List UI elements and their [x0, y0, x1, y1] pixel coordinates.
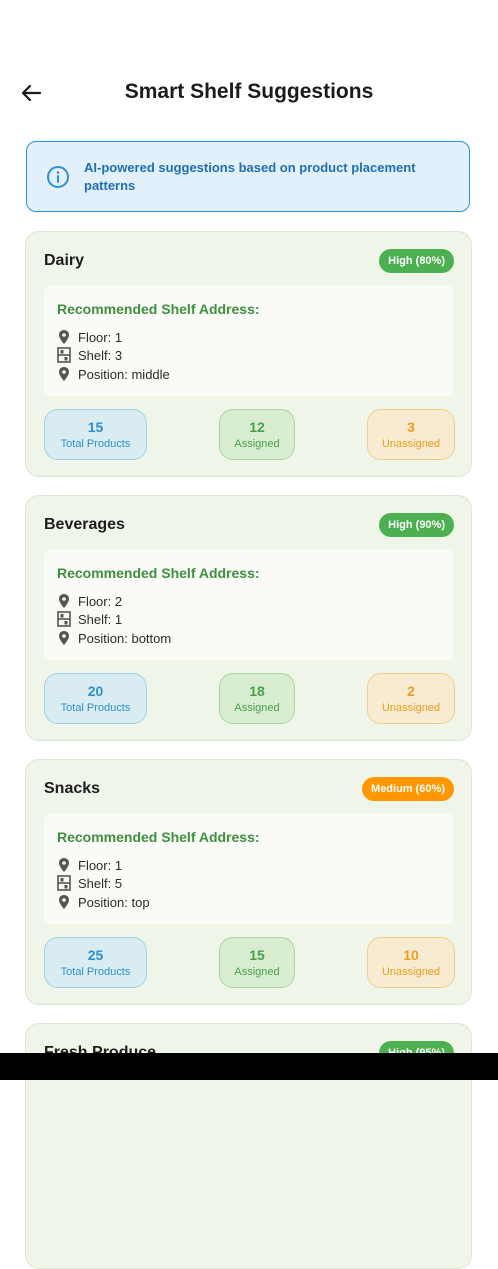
unassigned-count: 3	[407, 419, 415, 435]
total-products-stat: 20 Total Products	[44, 673, 147, 724]
location-pin-icon	[59, 895, 69, 909]
category-card[interactable]: Snacks Medium (60%) Recommended Shelf Ad…	[25, 759, 472, 1005]
total-label: Total Products	[60, 702, 131, 714]
confidence-badge: Medium (60%)	[362, 777, 454, 801]
floor-row: Floor: 2	[57, 592, 122, 610]
shelf-text: Shelf: 3	[78, 347, 123, 363]
assigned-count: 15	[249, 947, 265, 963]
confidence-badge: High (90%)	[379, 513, 454, 537]
unassigned-label: Unassigned	[381, 966, 441, 978]
assigned-label: Assigned	[234, 966, 280, 978]
shelf-text: Shelf: 5	[78, 875, 123, 891]
total-count: 15	[87, 419, 104, 435]
shelf-address-box: Recommended Shelf Address: Floor: 1 Shel…	[44, 286, 454, 396]
page-title: Smart Shelf Suggestions	[124, 80, 374, 103]
unassigned-label: Unassigned	[381, 702, 441, 714]
unassigned-label: Unassigned	[381, 438, 441, 450]
shelf-text: Shelf: 1	[78, 611, 123, 627]
assigned-stat: 12 Assigned	[219, 409, 295, 460]
shelf-row: Shelf: 5	[57, 874, 122, 892]
unassigned-stat: 3 Unassigned	[367, 409, 455, 460]
total-count: 20	[87, 683, 104, 699]
floor-row: Floor: 1	[57, 328, 122, 346]
recommended-title: Recommended Shelf Address:	[57, 301, 260, 317]
shelf-icon	[57, 611, 71, 627]
category-card[interactable]: Dairy High (80%) Recommended Shelf Addre…	[25, 231, 472, 477]
shelf-address-box: Recommended Shelf Address: Floor: 1 Shel…	[44, 814, 454, 924]
category-card[interactable]: Beverages High (90%) Recommended Shelf A…	[25, 495, 472, 741]
system-navigation-bar	[0, 1053, 498, 1080]
category-name: Snacks	[44, 780, 101, 797]
assigned-label: Assigned	[234, 702, 280, 714]
info-icon	[47, 166, 69, 188]
unassigned-stat: 2 Unassigned	[367, 673, 455, 724]
shelf-row: Shelf: 3	[57, 346, 122, 364]
floor-text: Floor: 1	[78, 329, 123, 345]
shelf-address-box: Recommended Shelf Address: Floor: 2 Shel…	[44, 550, 454, 660]
location-pin-icon	[59, 367, 69, 381]
total-label: Total Products	[60, 438, 131, 450]
assigned-stat: 15 Assigned	[219, 937, 295, 988]
position-row: Position: bottom	[57, 629, 171, 647]
category-name: Beverages	[44, 516, 125, 533]
total-label: Total Products	[60, 966, 131, 978]
position-row: Position: middle	[57, 365, 170, 383]
info-text: AI-powered suggestions based on product …	[84, 160, 416, 193]
recommended-title: Recommended Shelf Address:	[57, 565, 260, 581]
app-bar: Smart Shelf Suggestions	[0, 62, 498, 124]
position-text: Position: top	[78, 894, 150, 910]
assigned-count: 18	[249, 683, 265, 699]
total-count: 25	[87, 947, 104, 963]
shelf-row: Shelf: 1	[57, 610, 122, 628]
location-pin-icon	[59, 330, 69, 344]
floor-text: Floor: 1	[78, 857, 123, 873]
shelf-icon	[57, 875, 71, 891]
assigned-count: 12	[249, 419, 265, 435]
position-text: Position: bottom	[78, 630, 172, 646]
total-products-stat: 15 Total Products	[44, 409, 147, 460]
recommended-title: Recommended Shelf Address:	[57, 829, 260, 845]
location-pin-icon	[59, 631, 69, 645]
shelf-icon	[57, 347, 71, 363]
unassigned-count: 2	[407, 683, 415, 699]
total-products-stat: 25 Total Products	[44, 937, 147, 988]
location-pin-icon	[59, 858, 69, 872]
category-name: Dairy	[44, 252, 85, 269]
position-text: Position: middle	[78, 366, 170, 382]
unassigned-stat: 10 Unassigned	[367, 937, 455, 988]
unassigned-count: 10	[403, 947, 419, 963]
info-banner: AI-powered suggestions based on product …	[26, 141, 470, 212]
location-pin-icon	[59, 594, 69, 608]
confidence-badge: High (80%)	[379, 249, 454, 273]
floor-row: Floor: 1	[57, 856, 122, 874]
position-row: Position: top	[57, 893, 150, 911]
assigned-stat: 18 Assigned	[219, 673, 295, 724]
floor-text: Floor: 2	[78, 593, 123, 609]
assigned-label: Assigned	[234, 438, 280, 450]
